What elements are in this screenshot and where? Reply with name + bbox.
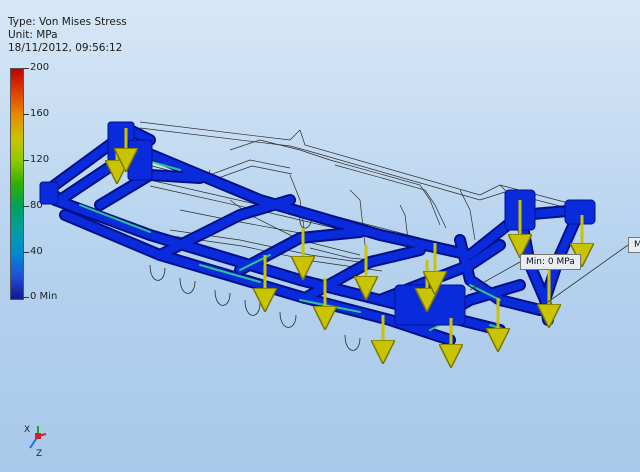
stress-model-viewport[interactable] (0, 0, 640, 472)
min-probe-label[interactable]: Min: 0 MPa (520, 254, 581, 270)
max-probe-label[interactable]: Ma (628, 237, 640, 253)
triad-x-label: X (24, 425, 30, 435)
triad-z-label: Z (36, 449, 42, 459)
orientation-triad[interactable]: X Z (24, 422, 64, 462)
